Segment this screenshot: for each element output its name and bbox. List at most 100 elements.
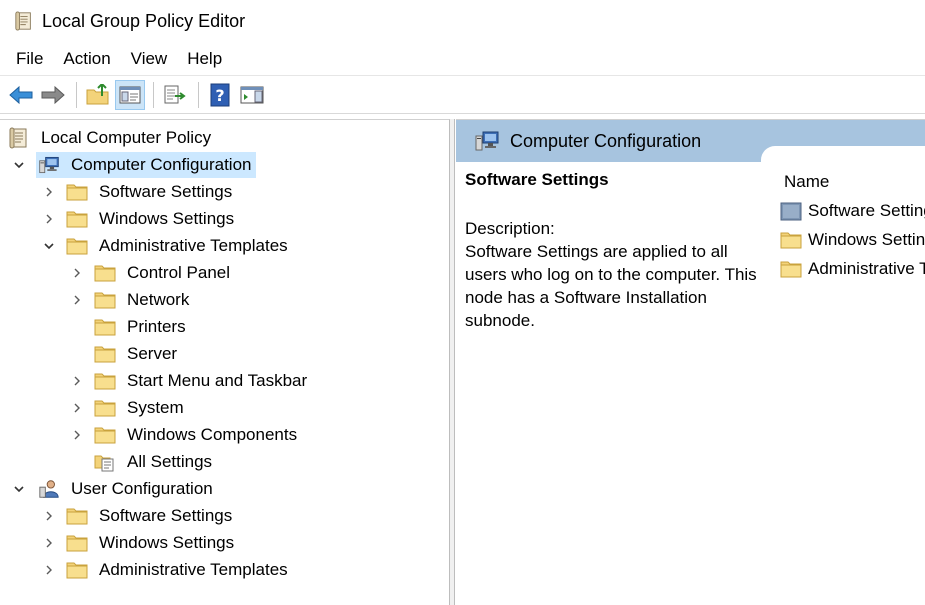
chevron-right-icon[interactable] (70, 293, 84, 307)
chevron-right-icon[interactable] (42, 185, 56, 199)
folder-icon (66, 209, 88, 229)
up-folder-icon (86, 83, 109, 104)
computer-icon (474, 130, 500, 152)
description-label: Description: (465, 219, 555, 238)
description-title: Software Settings (465, 170, 609, 189)
list-item-label: Windows Settings (808, 229, 925, 249)
list-item-label: Software Settings (808, 200, 925, 220)
title-bar: Local Group Policy Editor (0, 0, 925, 42)
toolbar: ? (0, 76, 925, 114)
tree-item-label: Start Menu and Taskbar (127, 371, 308, 390)
pane-splitter[interactable] (450, 119, 455, 605)
folder-icon (94, 371, 116, 391)
list-item[interactable]: Windows Settings (780, 225, 925, 254)
tree-item-computer-software-settings[interactable]: Software Settings (42, 179, 235, 205)
tree-item-user-administrative-templates[interactable]: Administrative Templates (42, 557, 291, 583)
tree-item-label: Control Panel (127, 263, 231, 282)
back-button[interactable] (6, 80, 36, 110)
folder-icon (94, 290, 116, 310)
items-list: Name Software Settings Windows Settings … (780, 168, 925, 283)
chevron-down-icon[interactable] (12, 482, 26, 496)
chevron-right-icon[interactable] (70, 266, 84, 280)
tree-item-control-panel[interactable]: Control Panel (70, 260, 233, 286)
tree-item-start-menu-and-taskbar[interactable]: Start Menu and Taskbar (70, 368, 310, 394)
chevron-right-icon[interactable] (70, 428, 84, 442)
software-settings-icon (780, 201, 802, 221)
action-pane-button[interactable] (237, 80, 267, 110)
tree-item-computer-configuration[interactable]: Computer Configuration (12, 152, 257, 178)
chevron-right-icon[interactable] (42, 536, 56, 550)
folder-icon (66, 506, 88, 526)
policy-doc-icon (8, 128, 30, 148)
tree-item-label: All Settings (127, 452, 213, 471)
tree-item-label: Software Settings (99, 506, 233, 525)
folder-icon (66, 182, 88, 202)
toolbar-separator (198, 81, 199, 108)
list-item[interactable]: Software Settings (780, 196, 925, 225)
back-arrow-icon (9, 85, 33, 104)
folder-icon (780, 230, 802, 250)
tree-item-printers[interactable]: Printers (70, 314, 189, 340)
header-tab-curve (761, 146, 925, 166)
chevron-right-icon[interactable] (42, 563, 56, 577)
tree-item-label: Windows Settings (99, 533, 235, 552)
computer-icon (38, 155, 60, 175)
tree-item-label: System (127, 398, 184, 417)
tree-item-user-software-settings[interactable]: Software Settings (42, 503, 235, 529)
tree-item-label: Windows Settings (99, 209, 235, 228)
folder-icon (94, 398, 116, 418)
tree-item-user-windows-settings[interactable]: Windows Settings (42, 530, 237, 556)
tree-item-label: Administrative Templates (99, 236, 288, 255)
tree-item-label: Administrative Templates (99, 560, 288, 579)
toolbar-separator (76, 81, 77, 108)
export-list-button[interactable] (160, 80, 190, 110)
all-settings-icon (94, 452, 116, 472)
tree-item-local-computer-policy[interactable]: Local Computer Policy (8, 125, 214, 151)
folder-icon (94, 344, 116, 364)
tree-item-label: Printers (127, 317, 186, 336)
show-hide-tree-button[interactable] (115, 79, 145, 110)
tree-item-server[interactable]: Server (70, 341, 180, 367)
help-icon: ? (210, 83, 230, 106)
tree-item-network[interactable]: Network (70, 287, 192, 313)
menu-file[interactable]: File (6, 45, 53, 73)
forward-arrow-icon (41, 85, 65, 104)
description-text: Software Settings are applied to all use… (465, 242, 757, 330)
tree-item-label: Server (127, 344, 178, 363)
menu-action[interactable]: Action (53, 45, 120, 73)
action-pane-icon (240, 86, 264, 103)
chevron-down-icon[interactable] (12, 158, 26, 172)
folder-icon (780, 259, 802, 279)
tree-item-user-configuration[interactable]: User Configuration (12, 476, 218, 502)
tree-item-label: User Configuration (71, 479, 213, 498)
folder-icon (66, 560, 88, 580)
folder-icon (94, 317, 116, 337)
console-tree[interactable]: Local Computer Policy Computer Configura… (0, 119, 450, 605)
tree-item-system[interactable]: System (70, 395, 187, 421)
details-pane: Computer Configuration Software Settings… (456, 119, 925, 605)
menu-help[interactable]: Help (177, 45, 232, 73)
forward-button[interactable] (38, 80, 68, 110)
list-item[interactable]: Administrative Templates (780, 254, 925, 283)
chevron-right-icon[interactable] (42, 212, 56, 226)
menu-bar: File Action View Help (0, 42, 925, 76)
folder-icon (66, 236, 88, 256)
chevron-down-icon[interactable] (42, 239, 56, 253)
column-header-name[interactable]: Name (780, 168, 925, 196)
svg-text:?: ? (215, 86, 224, 105)
tree-item-computer-windows-settings[interactable]: Windows Settings (42, 206, 237, 232)
window-title: Local Group Policy Editor (42, 10, 246, 31)
chevron-right-icon[interactable] (70, 401, 84, 415)
export-list-icon (164, 85, 186, 103)
chevron-right-icon[interactable] (42, 509, 56, 523)
menu-view[interactable]: View (121, 45, 178, 73)
tree-item-all-settings[interactable]: All Settings (70, 449, 215, 475)
policy-editor-icon (14, 10, 34, 32)
folder-icon (94, 263, 116, 283)
tree-item-label: Windows Components (127, 425, 298, 444)
tree-item-computer-administrative-templates[interactable]: Administrative Templates (42, 233, 291, 259)
chevron-right-icon[interactable] (70, 374, 84, 388)
help-button[interactable]: ? (205, 80, 235, 110)
tree-item-windows-components[interactable]: Windows Components (70, 422, 300, 448)
up-one-level-button[interactable] (83, 80, 113, 110)
